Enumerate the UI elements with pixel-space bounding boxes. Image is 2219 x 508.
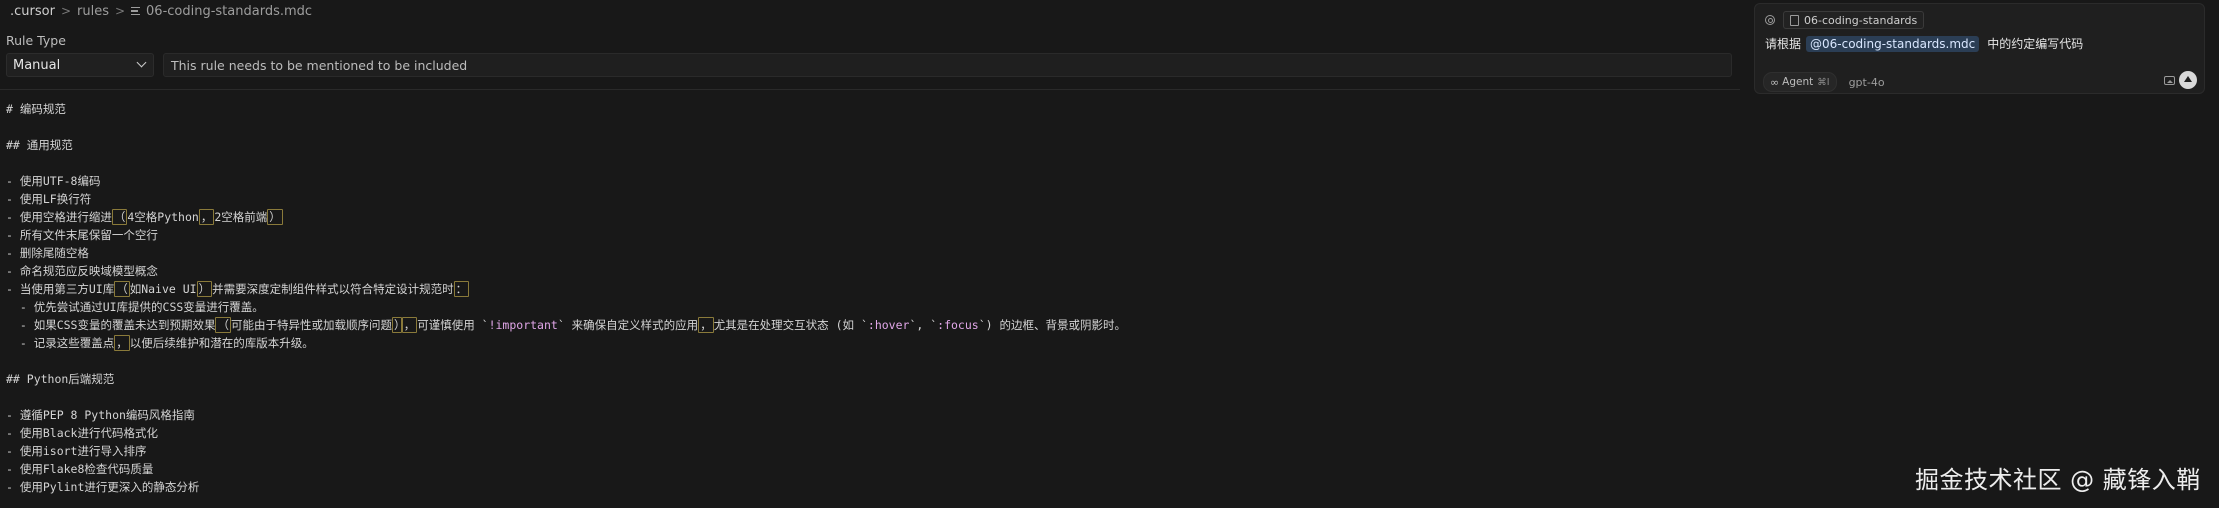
code-line: - 使用LF换行符 xyxy=(6,192,92,206)
prompt-text-before: 请根据 xyxy=(1765,37,1802,51)
context-file-pill[interactable]: 06-coding-standards xyxy=(1783,11,1925,29)
infinity-icon: ∞ xyxy=(1770,75,1780,89)
code-line: - 遵循PEP 8 Python编码风格指南 xyxy=(6,408,195,422)
breadcrumb-separator: > xyxy=(60,4,71,18)
chat-context-row: 06-coding-standards xyxy=(1765,11,1925,29)
rule-type-label: Rule Type xyxy=(6,33,66,48)
at-icon[interactable] xyxy=(1765,15,1775,25)
mention-tag[interactable]: @06-coding-standards.mdc xyxy=(1806,35,1980,52)
code-line: - 记录这些覆盖点，以便后续维护和潜在的库版本升级。 xyxy=(6,335,314,351)
code-line: # 编码规范 xyxy=(6,102,66,116)
code-line: - 使用Pylint进行更深入的静态分析 xyxy=(6,480,200,494)
image-icon[interactable] xyxy=(2164,76,2175,85)
watermark: 掘金技术社区 @ 藏锋入鞘 xyxy=(1915,466,2201,494)
rule-description-field[interactable]: This rule needs to be mentioned to be in… xyxy=(163,53,1732,77)
code-editor[interactable]: # 编码规范 ## 通用规范 - 使用UTF-8编码 - 使用LF换行符 - 使用空… xyxy=(6,100,1126,496)
code-line: - 使用Black进行代码格式化 xyxy=(6,426,158,440)
code-line: - 使用Flake8检查代码质量 xyxy=(6,462,154,476)
chat-panel: 06-coding-standards 请根据 @06-coding-stand… xyxy=(1754,3,2205,94)
chat-input[interactable]: 请根据 @06-coding-standards.mdc 中的约定编写代码 xyxy=(1765,35,2083,52)
send-button[interactable] xyxy=(2179,71,2197,89)
breadcrumb-separator: > xyxy=(114,4,126,18)
code-line: - 使用isort进行导入排序 xyxy=(6,444,147,458)
context-file-label: 06-coding-standards xyxy=(1804,13,1918,27)
code-line: - 当使用第三方UI库（如Naive UI）并需要深度定制组件样式以符合特定设计… xyxy=(6,281,470,297)
divider xyxy=(0,89,1740,90)
chat-toolbar: ∞ Agent ⌘I gpt-4o xyxy=(1763,72,1885,92)
code-line: ## 通用规范 xyxy=(6,138,73,152)
send-arrow-icon xyxy=(2184,76,2192,82)
agent-mode-label: Agent xyxy=(1782,76,1814,88)
rule-type-select[interactable]: Manual xyxy=(6,53,154,77)
code-line: - 使用UTF-8编码 xyxy=(6,174,101,188)
document-icon xyxy=(1790,14,1799,26)
chevron-down-icon xyxy=(136,57,147,68)
code-line: - 如果CSS变量的覆盖未达到预期效果（可能由于特异性或加载顺序问题），可谨慎使… xyxy=(6,317,1126,333)
breadcrumb: .cursor > rules > 06-coding-standards.md… xyxy=(10,2,312,20)
code-line: - 使用空格进行缩进（4空格Python， 2空格前端） xyxy=(6,209,283,225)
code-line: - 命名规范应反映域模型概念 xyxy=(6,264,158,278)
code-line: - 所有文件末尾保留一个空行 xyxy=(6,228,158,242)
prompt-text-after: 中的约定编写代码 xyxy=(1987,37,2084,51)
agent-shortcut: ⌘I xyxy=(1817,76,1830,88)
agent-mode-button[interactable]: ∞ Agent ⌘I xyxy=(1763,72,1837,92)
rule-editor: .cursor > rules > 06-coding-standards.md… xyxy=(0,0,1740,508)
model-selector[interactable]: gpt-4o xyxy=(1849,76,1885,89)
breadcrumb-rules[interactable]: rules xyxy=(77,4,109,19)
file-icon xyxy=(131,6,141,17)
breadcrumb-file[interactable]: 06-coding-standards.mdc xyxy=(146,4,312,19)
rule-description-text: This rule needs to be mentioned to be in… xyxy=(171,57,468,73)
code-line: ## Python后端规范 xyxy=(6,372,115,386)
code-line: - 删除尾随空格 xyxy=(6,246,89,260)
rule-type-value: Manual xyxy=(13,57,61,73)
breadcrumb-cursor[interactable]: .cursor xyxy=(10,4,55,19)
code-line: - 优先尝试通过UI库提供的CSS变量进行覆盖。 xyxy=(6,300,264,314)
